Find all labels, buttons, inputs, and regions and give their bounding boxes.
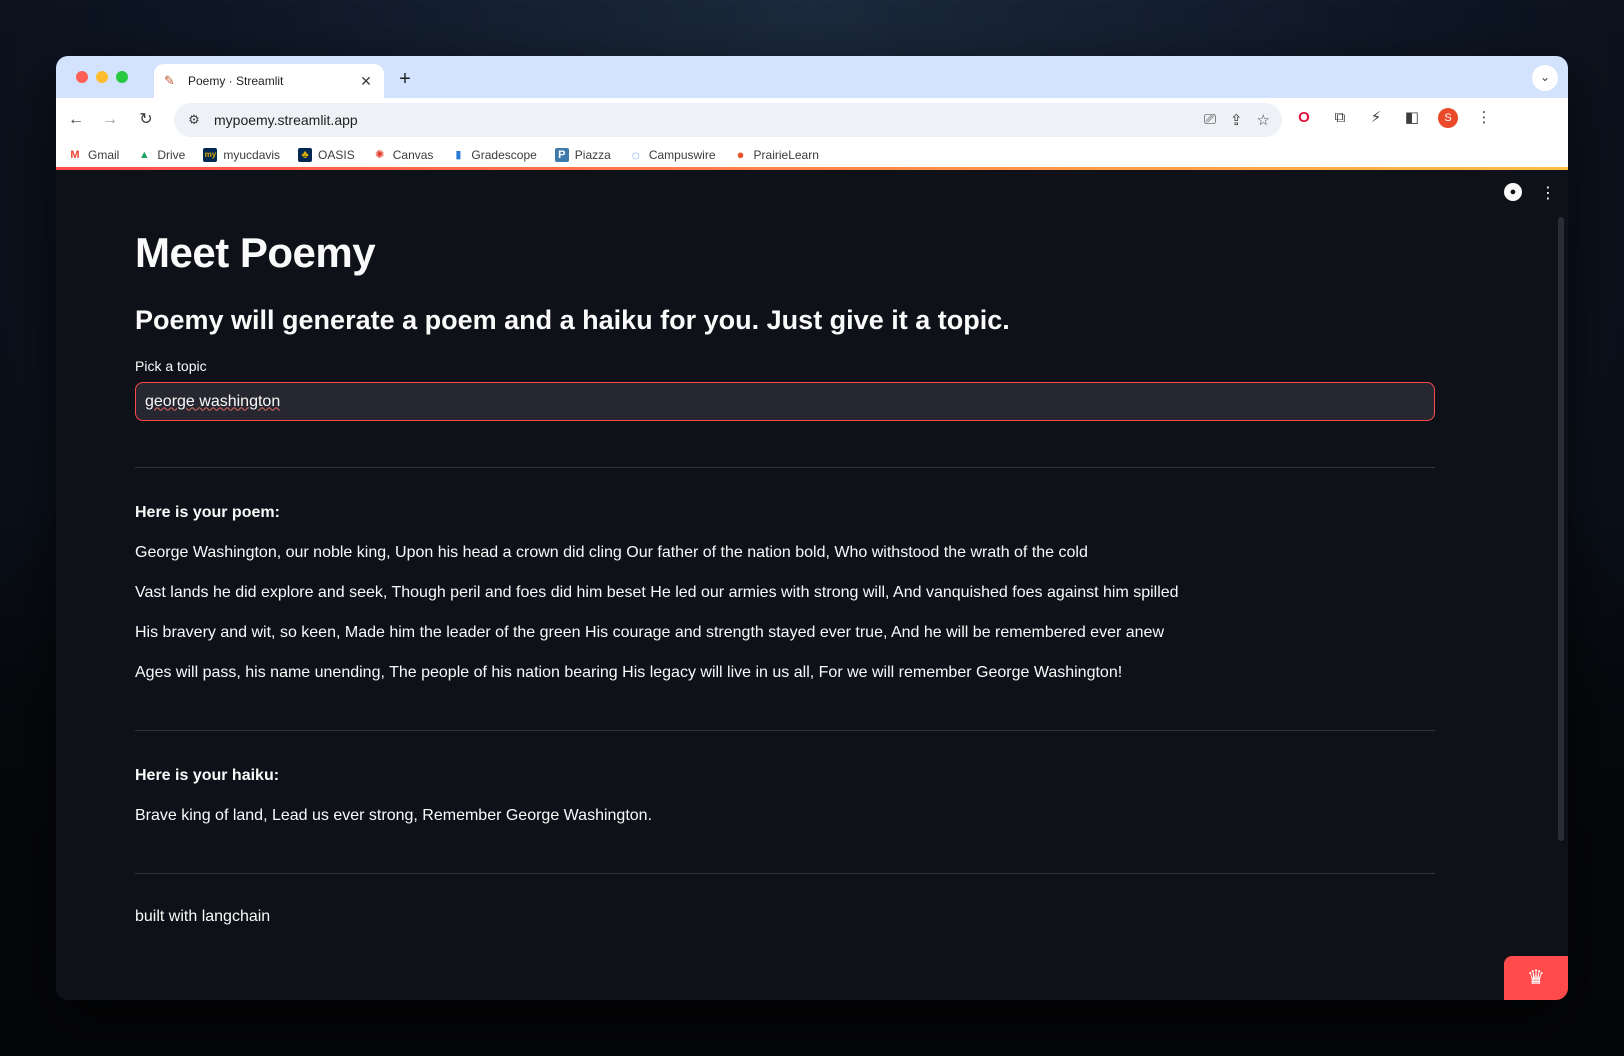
main-content: Meet Poemy Poemy will generate a poem an… [135,229,1435,926]
side-panel-icon[interactable]: ◧ [1402,108,1422,128]
app-header: ● ⋮ [1504,183,1556,203]
share-icon[interactable]: ⇪ [1230,111,1243,129]
bookmark-canvas[interactable]: ✺ Canvas [373,147,434,162]
gradescope-icon: ▮ [455,148,462,161]
prairielearn-icon: ● [736,146,745,162]
close-icon[interactable]: ✕ [358,73,374,90]
performance-icon[interactable]: ⚡ [1366,108,1386,128]
bookmark-gmail[interactable]: M Gmail [68,148,119,162]
bookmark-campuswire[interactable]: ◌ Campuswire [629,148,716,162]
campuswire-icon: ◌ [631,146,640,163]
drive-icon: ▲ [138,148,150,161]
poem-heading: Here is your poem: [135,504,280,521]
browser-toolbar: ← → ↻ ⚙ mypoemy.streamlit.app ⎚ ⇪ ☆ O ⧉ … [56,98,1568,142]
bookmarks-bar: M Gmail ▲ Drive my myucdavis ♣ OASIS ✺ Canvas… [56,142,1568,170]
poem-line: Vast lands he did explore and seek, Thou… [135,584,1179,601]
close-window-button[interactable] [76,71,88,83]
streamlit-crown-icon[interactable]: ♛ [1504,956,1568,1000]
haiku-heading: Here is your haiku: [135,767,280,784]
piazza-icon: P [554,147,569,162]
back-icon[interactable]: ← [64,108,88,132]
extensions-area: O ⧉ ⚡ ◧ S ⋮ [1294,108,1494,128]
app-menu-icon[interactable]: ⋮ [1540,183,1556,203]
maximize-window-button[interactable] [116,71,128,83]
tab-title: Poemy · Streamlit [188,74,284,88]
site-settings-icon[interactable]: ⚙ [184,112,204,128]
page-title: Meet Poemy [135,229,376,276]
new-tab-button[interactable]: + [392,67,418,93]
kebab-menu-icon[interactable]: ⋮ [1474,108,1494,128]
poem-line: His bravery and wit, so keen, Made him t… [135,624,1164,641]
omnibox-actions: ⎚ ⇪ ☆ [1204,111,1270,129]
page-subtitle: Poemy will generate a poem and a haiku f… [135,305,1010,335]
bookmark-label: Gradescope [471,147,537,162]
divider [135,873,1435,874]
bookmark-oasis[interactable]: ♣ OASIS [298,147,355,162]
myucdavis-icon: my [203,147,218,162]
gmail-icon: M [70,148,80,161]
bookmark-prairielearn[interactable]: ● PrairieLearn [734,146,819,162]
url-text[interactable]: mypoemy.streamlit.app [214,112,358,128]
oasis-icon: ♣ [298,147,313,162]
minimize-window-button[interactable] [96,71,108,83]
quill-icon: ✎ [164,73,175,88]
bookmark-label: PrairieLearn [753,147,819,162]
address-bar[interactable]: ⚙ mypoemy.streamlit.app ⎚ ⇪ ☆ [174,103,1282,137]
bookmark-label: Gmail [88,147,120,162]
bookmark-label: myucdavis [223,147,281,162]
bookmark-label: Drive [157,147,186,162]
bookmark-label: Piazza [574,147,611,162]
bookmark-star-icon[interactable]: ☆ [1257,111,1270,129]
topic-input[interactable] [135,382,1435,421]
github-icon[interactable]: ● [1504,183,1522,201]
streamlit-app: ● ⋮ Meet Poemy Poemy will generate a poe… [56,173,1568,1000]
divider [135,730,1435,731]
bookmark-label: Campuswire [648,147,716,162]
bookmark-drive[interactable]: ▲ Drive [137,148,185,162]
browser-window: ✎ Poemy · Streamlit ✕ + ⌄ ← → ↻ ⚙ mypoem… [56,56,1568,1000]
bookmark-label: OASIS [318,147,355,162]
install-app-icon[interactable]: ⎚ [1204,111,1216,129]
tab-poemy[interactable]: ✎ Poemy · Streamlit ✕ [154,64,384,98]
chevron-down-icon[interactable]: ⌄ [1532,65,1558,91]
bookmark-myucdavis[interactable]: my myucdavis [203,147,281,162]
footer-text: built with langchain [135,908,271,925]
reload-icon[interactable]: ↻ [134,108,158,132]
forward-icon[interactable]: → [98,108,122,132]
adblock-extension-icon[interactable]: O [1294,108,1314,128]
canvas-icon: ✺ [375,148,385,161]
bookmark-gradescope[interactable]: ▮ Gradescope [451,148,536,162]
poem-line: Ages will pass, his name unending, The p… [135,664,1123,681]
topic-input-label: Pick a topic [135,358,207,374]
avatar[interactable]: S [1438,108,1458,128]
extensions-puzzle-icon[interactable]: ⧉ [1330,108,1350,128]
bookmark-piazza[interactable]: P Piazza [554,147,611,162]
scrollbar[interactable] [1558,217,1564,841]
poem-line: George Washington, our noble king, Upon … [135,544,1088,561]
divider [135,467,1435,468]
bookmark-label: Canvas [392,147,434,162]
tab-strip: ✎ Poemy · Streamlit ✕ + ⌄ [56,56,1568,98]
window-controls [76,71,128,83]
haiku-text: Brave king of land, Lead us ever strong,… [135,807,653,824]
